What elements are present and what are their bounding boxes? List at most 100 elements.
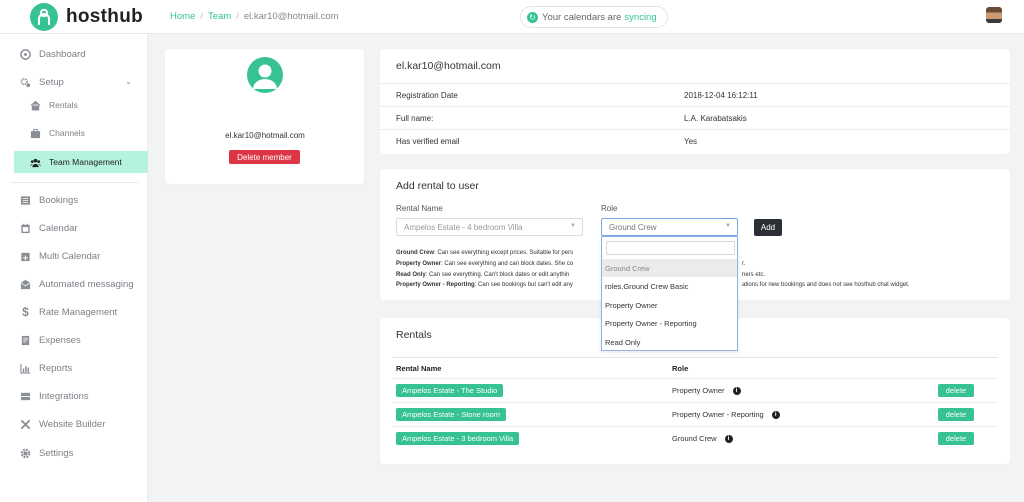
table-row: Ampelos Estate - Stone room Property Own… — [392, 402, 998, 426]
info-row-registration-date: Registration Date 2018-12-04 16:12:11 — [380, 83, 1010, 106]
rental-name-label: Rental Name — [396, 204, 443, 213]
calendar-icon — [20, 223, 31, 234]
dollar-icon: $ — [22, 305, 29, 319]
sidebar-item-label: Settings — [39, 447, 74, 459]
sidebar-item-website-builder[interactable]: Website Builder — [0, 413, 148, 435]
sidebar-item-bookings[interactable]: Bookings — [0, 189, 148, 211]
dashboard-icon — [20, 48, 31, 60]
sidebar-item-settings[interactable]: Settings — [0, 442, 148, 464]
logo[interactable]: hosthub — [30, 3, 143, 31]
sidebar-item-rate-management[interactable]: $ Rate Management — [0, 301, 148, 323]
sidebar-item-multi-calendar[interactable]: Multi Calendar — [0, 245, 148, 267]
sidebar-item-rentals[interactable]: Rentals — [0, 94, 148, 116]
role-value: Ground Crew — [609, 222, 657, 232]
server-icon — [20, 391, 31, 402]
info-label: Has verified email — [396, 137, 460, 146]
role-label: Role — [601, 204, 618, 213]
receipt-icon — [20, 335, 31, 346]
info-value: Yes — [684, 137, 698, 146]
sync-icon: ↻ — [527, 11, 538, 23]
profile-card: el.kar10@hotmail.com Delete member — [165, 49, 364, 184]
sidebar-item-expenses[interactable]: Expenses — [0, 329, 148, 351]
rentals-title: Rentals — [396, 329, 432, 341]
sidebar-item-channels[interactable]: Channels — [0, 122, 148, 144]
user-profile-icon — [247, 57, 283, 93]
info-label: Registration Date — [396, 91, 458, 100]
role-option-property-owner[interactable]: Property Owner — [602, 296, 737, 314]
sidebar-item-label: Calendar — [39, 222, 78, 234]
rental-name-value: Ampelos Estate - 4 bedroom Villa — [404, 222, 523, 232]
rental-name-select[interactable]: Ampelos Estate - 4 bedroom Villa ▼ — [396, 218, 583, 236]
column-header-rental-name: Rental Name — [396, 364, 442, 373]
role-option-owner-reporting[interactable]: Property Owner - Reporting — [602, 314, 737, 332]
chevron-down-icon: ⌄ — [125, 77, 132, 86]
role-text: : Can see bookings but can't edit any — [474, 282, 573, 288]
gears-icon — [20, 77, 31, 88]
sidebar: Dashboard Setup ⌄ Rentals Channels Team … — [0, 34, 148, 502]
rental-role: Property Owner i — [672, 386, 741, 395]
user-info-title: el.kar10@hotmail.com — [396, 60, 501, 72]
rental-tag[interactable]: Ampelos Estate - 3 bedroom Villa — [396, 432, 520, 445]
rental-tag[interactable]: Ampelos Estate - The Studio — [396, 384, 504, 397]
info-label: Full name: — [396, 114, 434, 123]
sidebar-item-team-management[interactable]: Team Management — [14, 151, 148, 173]
chevron-down-icon: ▼ — [725, 223, 731, 229]
info-icon[interactable]: i — [771, 410, 780, 419]
sidebar-item-label: Automated messaging — [39, 278, 134, 290]
role-option-ground-crew-basic[interactable]: roles.Ground Crew Basic — [602, 277, 737, 295]
info-value: L.A. Karabatsakis — [684, 114, 747, 123]
sync-status[interactable]: ↻ Your calendars are syncing — [520, 6, 668, 28]
tools-icon — [20, 419, 31, 430]
role-search-input[interactable] — [606, 241, 735, 255]
home-icon — [30, 100, 41, 111]
users-icon — [30, 157, 41, 168]
role-text: : Can see everything except prices. Suit… — [434, 250, 574, 256]
user-info-card: el.kar10@hotmail.com Registration Date 2… — [380, 49, 1010, 154]
info-icon[interactable]: i — [732, 386, 741, 395]
sidebar-item-setup[interactable]: Setup ⌄ — [0, 71, 148, 93]
column-header-role: Role — [672, 364, 689, 373]
sidebar-item-calendar[interactable]: Calendar — [0, 217, 148, 239]
role-text: Ground Crew — [672, 434, 717, 443]
role-description-read-only: Read Only: Can see everything. Can't blo… — [396, 272, 569, 278]
info-value: 2018-12-04 16:12:11 — [684, 91, 758, 100]
role-text: Property Owner - Reporting — [672, 410, 764, 419]
add-button[interactable]: Add — [754, 219, 782, 236]
role-text: Property Owner — [672, 386, 725, 395]
sidebar-divider — [10, 182, 138, 183]
briefcase-icon — [30, 128, 41, 139]
role-description-property-owner: Property Owner: Can see everything and c… — [396, 261, 573, 267]
sidebar-item-integrations[interactable]: Integrations — [0, 385, 148, 407]
breadcrumb-home[interactable]: Home — [170, 11, 195, 22]
delete-rental-button[interactable]: delete — [938, 408, 974, 421]
add-rental-title: Add rental to user — [396, 180, 479, 192]
info-icon[interactable]: i — [724, 434, 733, 443]
list-icon — [20, 195, 31, 206]
role-description-owner-reporting: Property Owner - Reporting: Can see book… — [396, 282, 573, 288]
role-description-tail: r. — [742, 261, 746, 267]
delete-rental-button[interactable]: delete — [938, 384, 974, 397]
table-row: Ampelos Estate - The Studio Property Own… — [392, 378, 998, 402]
sync-state: syncing — [624, 11, 657, 23]
sidebar-item-dashboard[interactable]: Dashboard — [0, 43, 148, 65]
delete-member-button[interactable]: Delete member — [229, 150, 300, 164]
breadcrumb-team[interactable]: Team — [208, 11, 231, 22]
delete-rental-button[interactable]: delete — [938, 432, 974, 445]
gear-icon — [20, 448, 31, 459]
sidebar-item-label: Reports — [39, 362, 73, 374]
hosthub-logo-icon — [30, 3, 58, 31]
role-select[interactable]: Ground Crew ▼ — [601, 218, 738, 236]
sidebar-item-reports[interactable]: Reports — [0, 357, 148, 379]
role-option-ground-crew[interactable]: Ground Crew — [602, 259, 737, 277]
breadcrumb: Home / Team / el.kar10@hotmail.com — [170, 11, 339, 22]
rental-role: Ground Crew i — [672, 434, 733, 443]
role-option-read-only[interactable]: Read Only — [602, 333, 737, 351]
breadcrumb-separator: / — [200, 11, 203, 22]
info-row-verified-email: Has verified email Yes — [380, 129, 1010, 152]
role-description-ground-crew: Ground Crew: Can see everything except p… — [396, 250, 573, 256]
sidebar-item-automated-messaging[interactable]: Automated messaging — [0, 273, 148, 295]
role-name: Property Owner - Reporting — [396, 282, 475, 288]
user-avatar[interactable] — [986, 7, 1002, 23]
rental-tag[interactable]: Ampelos Estate - Stone room — [396, 408, 506, 421]
role-description-tail: ations for new bookings and does not see… — [742, 282, 910, 288]
